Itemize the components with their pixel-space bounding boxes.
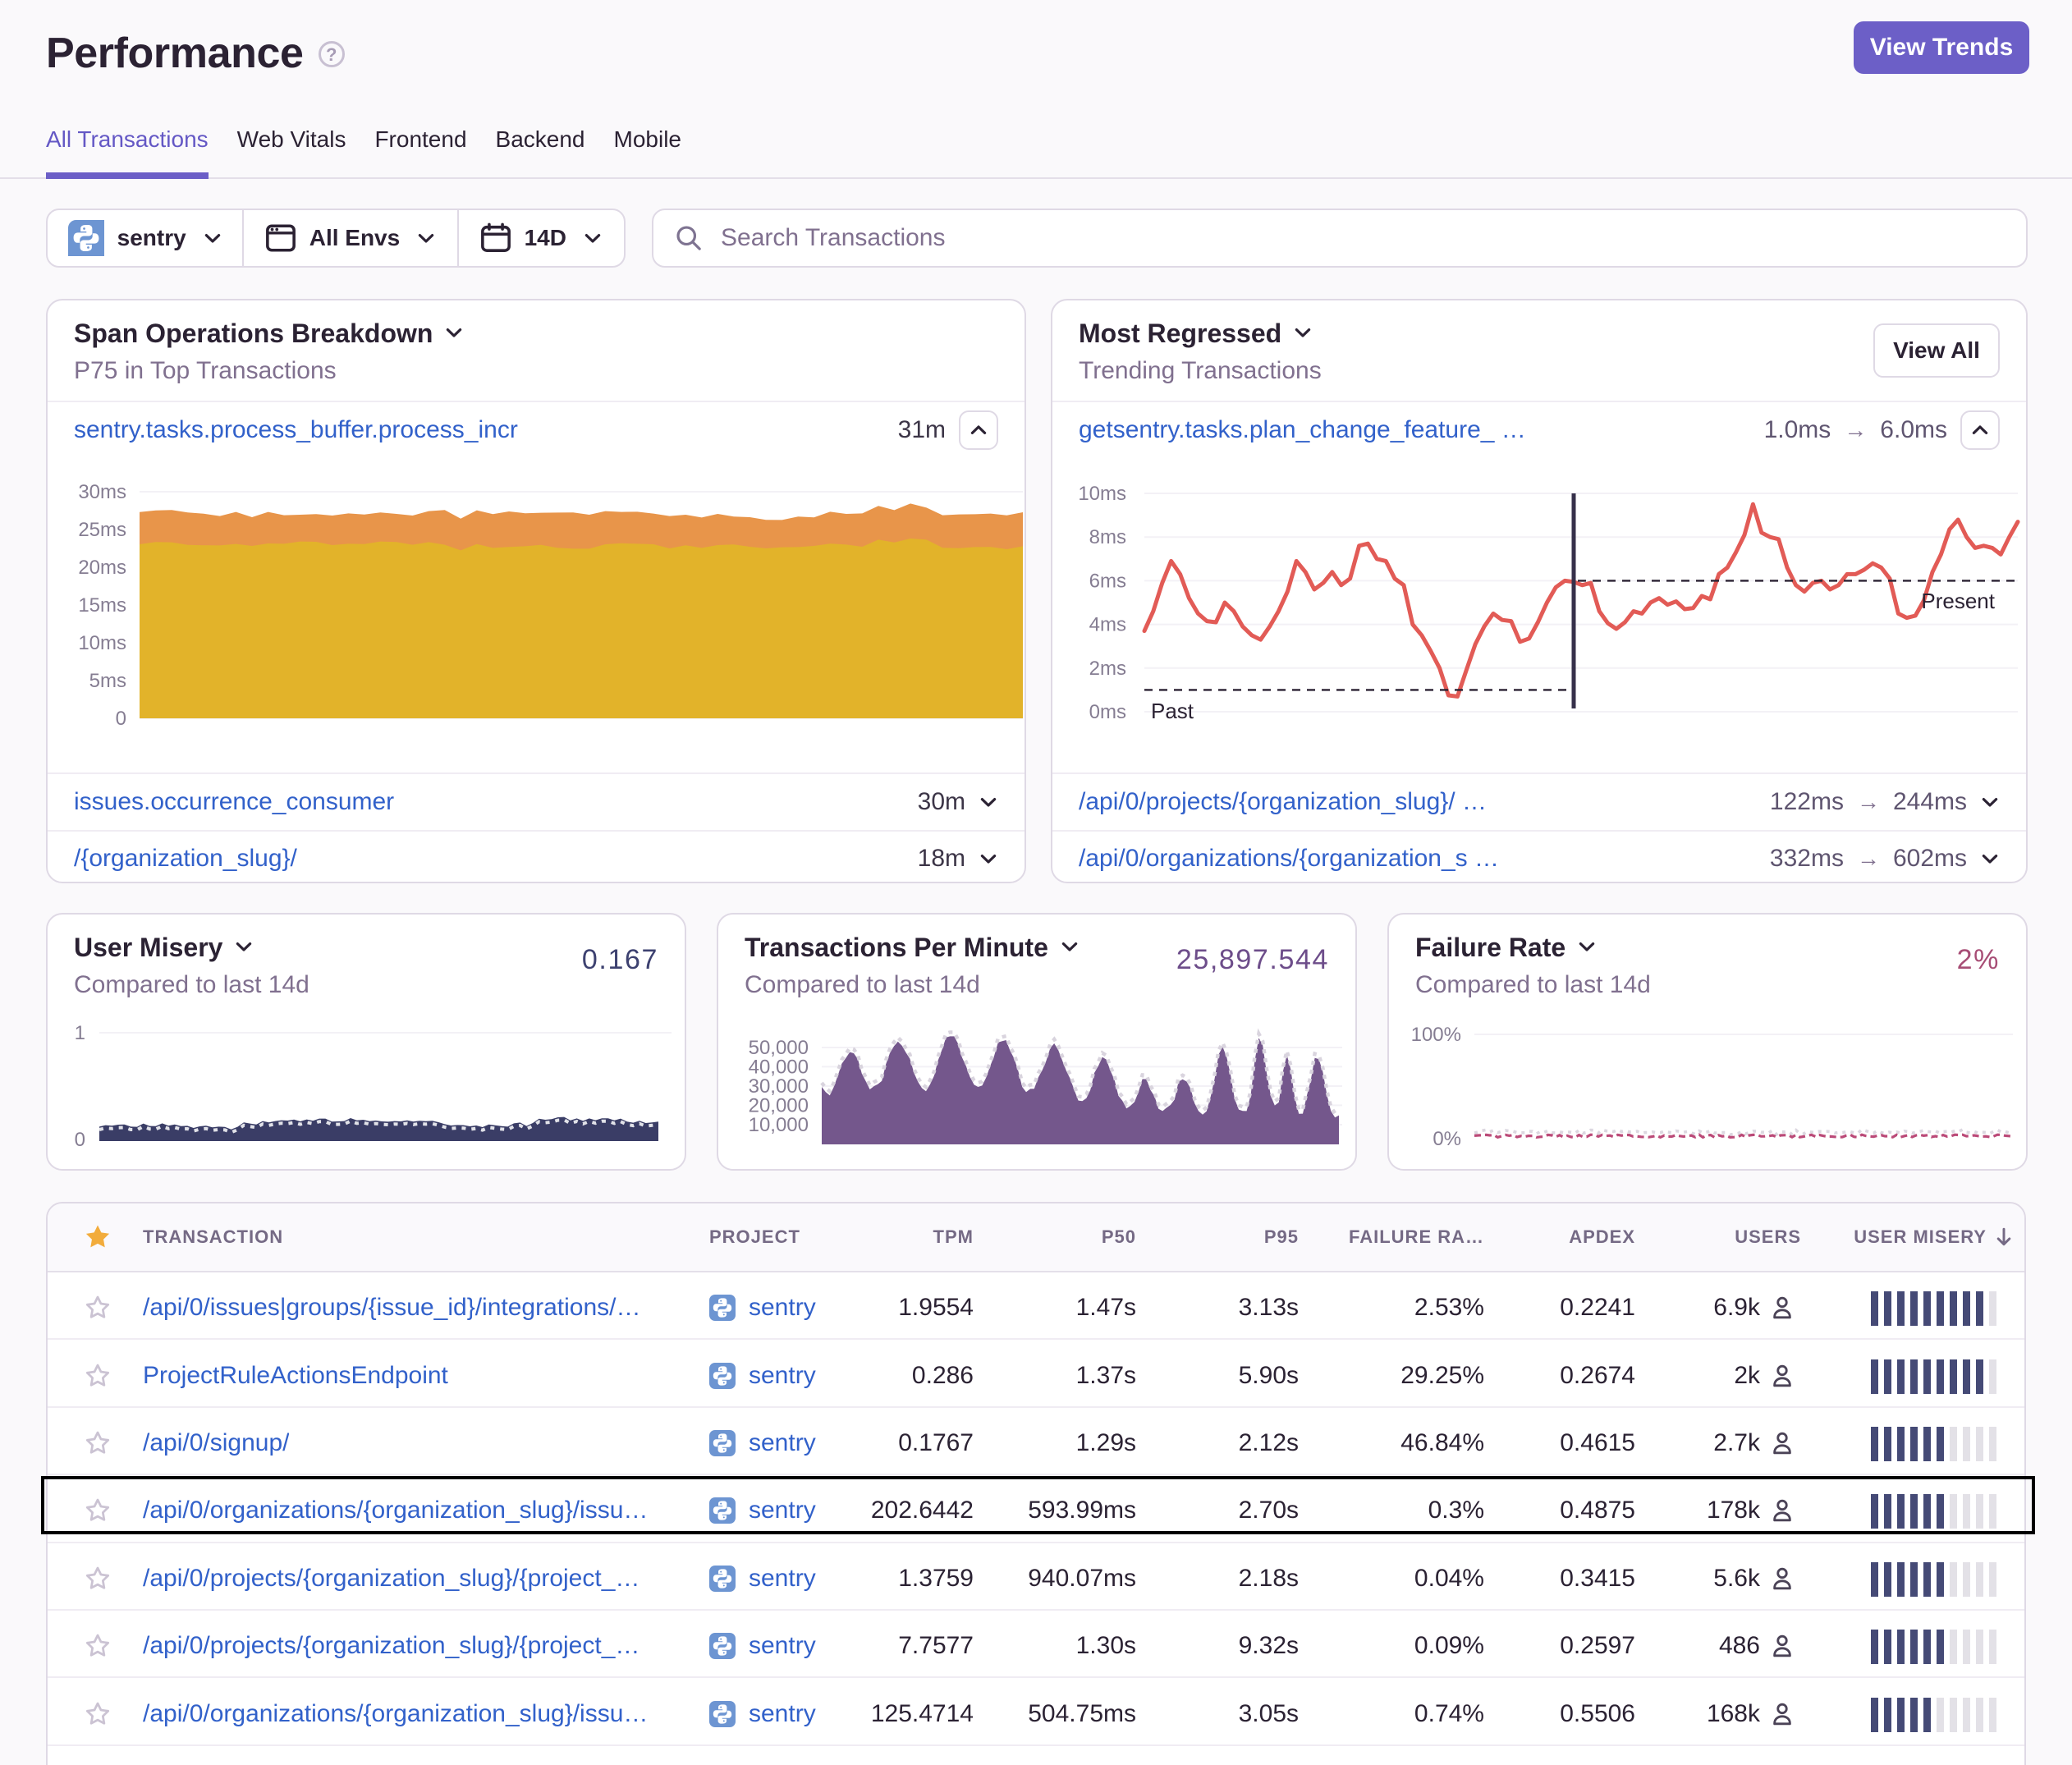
svg-text:0: 0 xyxy=(75,1129,85,1151)
svg-text:1: 1 xyxy=(75,1022,85,1044)
svg-text:10,000: 10,000 xyxy=(749,1114,809,1136)
svg-text:8ms: 8ms xyxy=(1089,526,1126,548)
svg-text:10ms: 10ms xyxy=(78,632,126,654)
svg-text:Past: Past xyxy=(1151,699,1194,723)
svg-text:0%: 0% xyxy=(1433,1128,1461,1150)
svg-text:6ms: 6ms xyxy=(1089,570,1126,592)
svg-text:2ms: 2ms xyxy=(1089,658,1126,680)
svg-text:5ms: 5ms xyxy=(89,670,126,692)
svg-text:100%: 100% xyxy=(1411,1024,1461,1046)
svg-text:25ms: 25ms xyxy=(78,519,126,541)
svg-text:0ms: 0ms xyxy=(1089,701,1126,723)
svg-text:0: 0 xyxy=(116,708,126,730)
svg-text:4ms: 4ms xyxy=(1089,614,1126,636)
svg-text:30ms: 30ms xyxy=(78,481,126,503)
svg-text:10ms: 10ms xyxy=(1078,483,1126,505)
svg-text:20ms: 20ms xyxy=(78,557,126,579)
svg-text:15ms: 15ms xyxy=(78,594,126,617)
svg-text:Present: Present xyxy=(1921,589,1995,613)
